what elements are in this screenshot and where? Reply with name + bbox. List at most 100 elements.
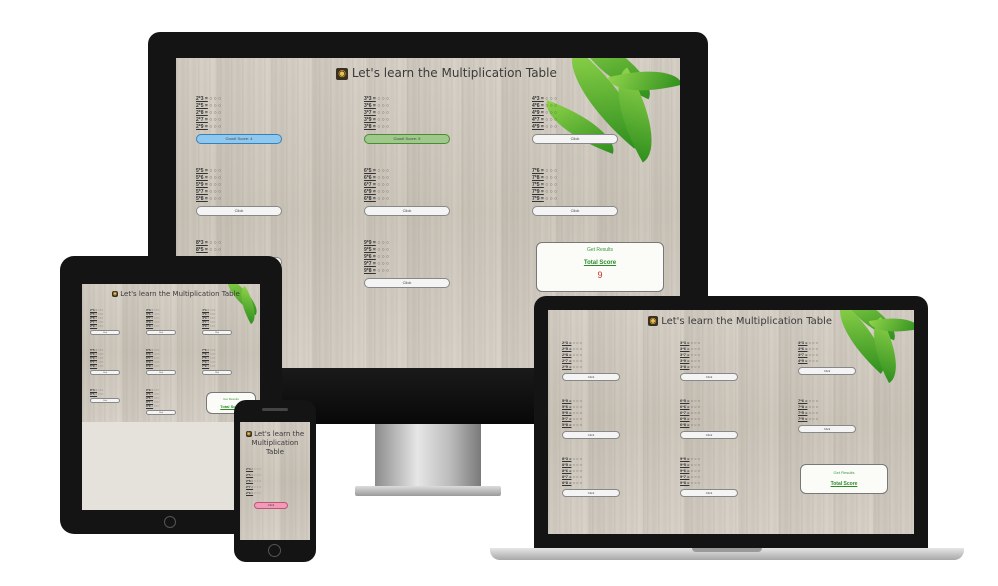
- answer-radio-group[interactable]: ○ ○ ○: [376, 247, 389, 253]
- answer-radio-group[interactable]: ○ ○ ○: [689, 346, 700, 351]
- check-button[interactable]: Good! Score: 4: [196, 134, 282, 144]
- answer-radio-group[interactable]: ○ ○ ○: [253, 467, 261, 471]
- answer-radio-group[interactable]: ○ ○ ○: [807, 410, 818, 415]
- answer-radio-group[interactable]: ○ ○ ○: [544, 182, 557, 188]
- answer-radio-group[interactable]: ○ ○ ○: [689, 404, 700, 409]
- answer-radio-group[interactable]: ○ ○ ○: [689, 358, 700, 363]
- answer-radio-group[interactable]: ○ ○ ○: [376, 182, 389, 188]
- answer-radio-group[interactable]: ○○○: [209, 324, 215, 328]
- answer-radio-group[interactable]: ○○○: [97, 324, 103, 328]
- answer-radio-group[interactable]: ○ ○ ○: [571, 422, 582, 427]
- check-button[interactable]: Click: [90, 398, 120, 403]
- answer-radio-group[interactable]: ○ ○ ○: [571, 404, 582, 409]
- answer-radio-group[interactable]: ○ ○ ○: [376, 124, 389, 130]
- answer-radio-group[interactable]: ○ ○ ○: [376, 96, 389, 102]
- answer-radio-group[interactable]: ○ ○ ○: [376, 103, 389, 109]
- answer-radio-group[interactable]: ○ ○ ○: [208, 124, 221, 130]
- answer-radio-group[interactable]: ○ ○ ○: [376, 175, 389, 181]
- answer-radio-group[interactable]: ○ ○ ○: [376, 117, 389, 123]
- check-button[interactable]: Click: [202, 330, 232, 335]
- answer-radio-group[interactable]: ○ ○ ○: [689, 352, 700, 357]
- answer-radio-group[interactable]: ○ ○ ○: [208, 110, 221, 116]
- answer-radio-group[interactable]: ○ ○ ○: [208, 189, 221, 195]
- check-button[interactable]: Click: [798, 425, 856, 433]
- answer-radio-group[interactable]: ○ ○ ○: [376, 168, 389, 174]
- answer-radio-group[interactable]: ○ ○ ○: [253, 479, 261, 483]
- answer-radio-group[interactable]: ○ ○ ○: [208, 168, 221, 174]
- answer-radio-group[interactable]: ○ ○ ○: [689, 480, 700, 485]
- answer-radio-group[interactable]: ○ ○ ○: [376, 268, 389, 274]
- check-button[interactable]: Click: [364, 278, 450, 288]
- answer-radio-group[interactable]: ○ ○ ○: [689, 416, 700, 421]
- answer-radio-group[interactable]: ○ ○ ○: [689, 422, 700, 427]
- check-button[interactable]: Click: [146, 370, 176, 375]
- answer-radio-group[interactable]: ○ ○ ○: [571, 468, 582, 473]
- answer-radio-group[interactable]: ○ ○ ○: [253, 485, 261, 489]
- check-button[interactable]: Click: [146, 330, 176, 335]
- answer-radio-group[interactable]: ○ ○ ○: [571, 462, 582, 467]
- answer-radio-group[interactable]: ○ ○ ○: [208, 196, 221, 202]
- answer-radio-group[interactable]: ○ ○ ○: [689, 462, 700, 467]
- answer-radio-group[interactable]: ○ ○ ○: [571, 480, 582, 485]
- answer-radio-group[interactable]: ○ ○ ○: [689, 468, 700, 473]
- phone-click-button[interactable]: Click: [254, 502, 288, 509]
- answer-radio-group[interactable]: ○ ○ ○: [208, 175, 221, 181]
- answer-radio-group[interactable]: ○ ○ ○: [807, 416, 818, 421]
- answer-radio-group[interactable]: ○ ○ ○: [807, 340, 818, 345]
- answer-radio-group[interactable]: ○ ○ ○: [689, 398, 700, 403]
- answer-radio-group[interactable]: ○ ○ ○: [571, 410, 582, 415]
- answer-radio-group[interactable]: ○ ○ ○: [807, 346, 818, 351]
- answer-radio-group[interactable]: ○ ○ ○: [208, 117, 221, 123]
- answer-radio-group[interactable]: ○ ○ ○: [571, 358, 582, 363]
- check-button[interactable]: Click: [90, 330, 120, 335]
- check-button[interactable]: Click: [364, 206, 450, 216]
- check-button[interactable]: Click: [798, 367, 856, 375]
- answer-radio-group[interactable]: ○ ○ ○: [376, 189, 389, 195]
- answer-radio-group[interactable]: ○ ○ ○: [544, 196, 557, 202]
- answer-radio-group[interactable]: ○○○: [209, 364, 215, 368]
- answer-radio-group[interactable]: ○○○: [153, 404, 159, 408]
- answer-radio-group[interactable]: ○ ○ ○: [689, 474, 700, 479]
- answer-radio-group[interactable]: ○ ○ ○: [376, 196, 389, 202]
- phone-home-button[interactable]: [268, 544, 281, 557]
- answer-radio-group[interactable]: ○ ○ ○: [253, 473, 261, 477]
- check-button[interactable]: Click: [196, 206, 282, 216]
- answer-radio-group[interactable]: ○ ○ ○: [544, 96, 557, 102]
- answer-radio-group[interactable]: ○ ○ ○: [208, 247, 221, 253]
- check-button[interactable]: Click: [680, 431, 738, 439]
- answer-radio-group[interactable]: ○ ○ ○: [689, 340, 700, 345]
- check-button[interactable]: Click: [680, 373, 738, 381]
- answer-radio-group[interactable]: ○ ○ ○: [208, 240, 221, 246]
- answer-radio-group[interactable]: ○ ○ ○: [544, 110, 557, 116]
- tablet-home-button[interactable]: [164, 516, 176, 528]
- answer-radio-group[interactable]: ○ ○ ○: [571, 416, 582, 421]
- check-button[interactable]: Click: [90, 370, 120, 375]
- answer-radio-group[interactable]: ○ ○ ○: [571, 398, 582, 403]
- answer-radio-group[interactable]: ○ ○ ○: [689, 410, 700, 415]
- answer-radio-group[interactable]: ○ ○ ○: [253, 491, 261, 495]
- answer-radio-group[interactable]: ○ ○ ○: [807, 398, 818, 403]
- check-button[interactable]: Click: [562, 373, 620, 381]
- answer-radio-group[interactable]: ○ ○ ○: [571, 346, 582, 351]
- answer-radio-group[interactable]: ○ ○ ○: [689, 456, 700, 461]
- answer-radio-group[interactable]: ○○○: [153, 364, 159, 368]
- answer-radio-group[interactable]: ○ ○ ○: [689, 364, 700, 369]
- answer-radio-group[interactable]: ○ ○ ○: [807, 404, 818, 409]
- check-button[interactable]: Click: [562, 489, 620, 497]
- answer-radio-group[interactable]: ○ ○ ○: [807, 358, 818, 363]
- answer-radio-group[interactable]: ○○○: [97, 364, 103, 368]
- check-button[interactable]: Good! Score: 5: [364, 134, 450, 144]
- answer-radio-group[interactable]: ○ ○ ○: [571, 364, 582, 369]
- check-button[interactable]: Click: [532, 206, 618, 216]
- answer-radio-group[interactable]: ○ ○ ○: [208, 103, 221, 109]
- answer-radio-group[interactable]: ○ ○ ○: [571, 456, 582, 461]
- answer-radio-group[interactable]: ○ ○ ○: [544, 168, 557, 174]
- check-button[interactable]: Click: [532, 134, 618, 144]
- check-button[interactable]: Click: [202, 370, 232, 375]
- check-button[interactable]: Click: [146, 410, 176, 415]
- answer-radio-group[interactable]: ○ ○ ○: [376, 240, 389, 246]
- check-button[interactable]: Click: [680, 489, 738, 497]
- answer-radio-group[interactable]: ○ ○ ○: [208, 182, 221, 188]
- answer-radio-group[interactable]: ○ ○ ○: [807, 352, 818, 357]
- answer-radio-group[interactable]: ○○○: [97, 392, 103, 396]
